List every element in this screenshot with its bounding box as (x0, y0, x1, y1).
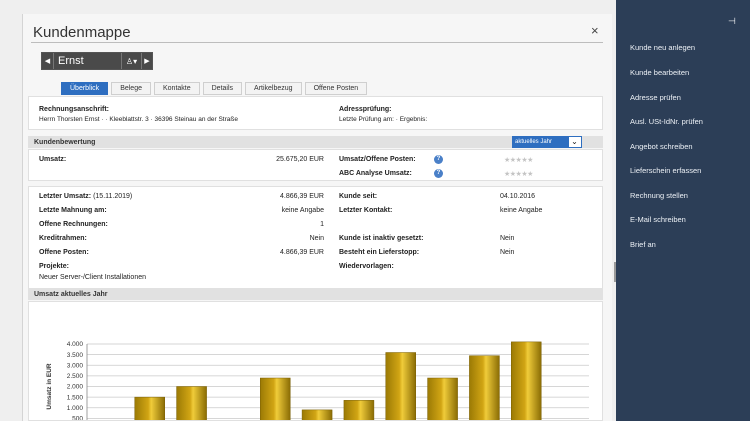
prev-customer-button[interactable]: ◀ (42, 53, 53, 69)
help-icon[interactable]: ? (434, 169, 443, 178)
billing-address-value: Herrn Thorsten Ernst · · Kleeblattstr. 3… (39, 116, 238, 123)
chart-panel: 4.0003.5003.0002.5002.0001.5001.0005000U… (28, 301, 603, 421)
detail-label-kunde-seit: Kunde seit: (339, 193, 378, 200)
period-select[interactable]: aktuelles Jahr ⌄ (512, 136, 582, 148)
projekte-label: Projekte: (39, 263, 69, 270)
umsatz-offene-label: Umsatz/Offene Posten: (339, 156, 416, 163)
chart-bar (385, 352, 416, 421)
rating-section-title: Kundenbewertung (34, 138, 96, 146)
y-tick-label: 1.500 (67, 394, 84, 401)
umsatz-value: 25.675,20 EUR (276, 156, 324, 163)
tab-bar: Überblick Belege Kontakte Details Artike… (61, 82, 368, 95)
projekte-value: Neuer Server-/Client Installationen (39, 274, 146, 281)
umsatz-label: Umsatz: (39, 156, 67, 163)
rating-panel: Umsatz: 25.675,20 EUR Umsatz/Offene Post… (28, 149, 603, 181)
chart-bar (134, 396, 165, 421)
sidebar-item-angebot[interactable]: Angebot schreiben (630, 142, 693, 151)
main-area: Kundenmappe × ◀ Ernst ♙▾ ▶ Überblick Bel… (0, 0, 619, 421)
chevron-down-icon[interactable]: ⌄ (568, 137, 581, 147)
detail-value-lieferstopp: Nein (500, 249, 515, 256)
chart-section-header: Umsatz aktuelles Jahr (28, 288, 603, 300)
tab-kontakte[interactable]: Kontakte (153, 82, 200, 95)
detail-label-offene-rechnungen: Offene Rechnungen: (39, 221, 108, 228)
details-panel: Letzter Umsatz: (15.11.2019) 4.866,39 EU… (28, 186, 603, 294)
y-tick-label: 3.000 (67, 362, 84, 369)
close-icon[interactable]: × (591, 23, 599, 38)
customer-select-icon[interactable]: ♙▾ (121, 53, 141, 69)
detail-value-kunde-seit: 04.10.2016 (500, 193, 536, 200)
tab-offene-posten[interactable]: Offene Posten (304, 82, 368, 95)
detail-label-inaktiv: Kunde ist inaktiv gesetzt: (339, 235, 424, 242)
sidebar-item-lieferschein[interactable]: Lieferschein erfassen (630, 166, 701, 175)
detail-value-letzte-mahnung: keine Angabe (281, 207, 324, 214)
detail-value-offene-posten: 4.866,39 EUR (280, 249, 324, 256)
abc-analyse-label: ABC Analyse Umsatz: (339, 170, 412, 177)
chart-section-title: Umsatz aktuelles Jahr (34, 290, 108, 298)
y-tick-label: 2.500 (67, 373, 84, 380)
y-tick-label: 500 (72, 416, 83, 420)
dialog-title: Kundenmappe (33, 24, 131, 41)
detail-label-kreditrahmen: Kreditrahmen: (39, 235, 87, 242)
chart-bar (301, 409, 333, 421)
chart-bar (511, 341, 542, 421)
tab-ueberblick[interactable]: Überblick (61, 82, 109, 95)
detail-label-letzter-kontakt: Letzter Kontakt: (339, 207, 393, 214)
abc-stars: ★★★★★ (504, 171, 533, 178)
detail-label-letzter-umsatz: Letzter Umsatz: (15.11.2019) (39, 193, 133, 200)
y-tick-label: 2.000 (67, 384, 84, 391)
rating-stars: ★★★★★ (504, 157, 533, 164)
customer-name-field[interactable]: Ernst (53, 53, 121, 69)
title-divider (31, 42, 603, 43)
address-check-value: Letzte Prüfung am: · Ergebnis: (339, 116, 428, 123)
detail-value-kreditrahmen: Nein (309, 235, 324, 242)
y-axis-label: Umsatz in EUR (46, 363, 53, 410)
sidebar-item-ustid-pruefen[interactable]: Ausl. USt-IdNr. prüfen (630, 117, 703, 126)
customer-navigator: ◀ Ernst ♙▾ ▶ (41, 52, 153, 70)
action-sidebar: ⊣ Kunde neu anlegen Kunde bearbeiten Adr… (616, 0, 750, 421)
tab-belege[interactable]: Belege (111, 82, 151, 95)
sidebar-item-brief[interactable]: Brief an (630, 240, 656, 249)
sidebar-item-kunde-neu[interactable]: Kunde neu anlegen (630, 43, 695, 52)
y-tick-label: 3.500 (67, 352, 84, 359)
billing-address-label: Rechnungsanschrift: (39, 106, 110, 113)
detail-value-inaktiv: Nein (500, 235, 515, 242)
period-select-value: aktuelles Jahr (513, 137, 569, 147)
sidebar-item-rechnung[interactable]: Rechnung stellen (630, 191, 688, 200)
chart-bar (260, 377, 291, 421)
chart-bar (176, 386, 207, 421)
chart-bar (469, 355, 500, 421)
detail-label-letzte-mahnung: Letzte Mahnung am: (39, 207, 107, 214)
chart-bar (427, 377, 458, 421)
sidebar-item-kunde-bearbeiten[interactable]: Kunde bearbeiten (630, 68, 689, 77)
detail-value-letzter-umsatz: 4.866,39 EUR (280, 193, 324, 200)
pin-icon[interactable]: ⊣ (728, 16, 736, 27)
customer-dialog: Kundenmappe × ◀ Ernst ♙▾ ▶ Überblick Bel… (22, 14, 612, 421)
next-customer-button[interactable]: ▶ (141, 53, 152, 69)
tab-details[interactable]: Details (202, 82, 243, 95)
detail-label-lieferstopp: Besteht ein Lieferstopp: (339, 249, 420, 256)
revenue-chart: 4.0003.5003.0002.5002.0001.5001.0005000U… (46, 341, 589, 421)
help-icon[interactable]: ? (434, 155, 443, 164)
detail-value-offene-rechnungen: 1 (320, 221, 324, 228)
detail-label-wiedervorlagen: Wiedervorlagen: (339, 263, 394, 270)
tab-artikelbezug[interactable]: Artikelbezug (245, 82, 302, 95)
chart-bar (343, 400, 375, 421)
y-tick-label: 1.000 (67, 405, 84, 412)
sidebar-item-email[interactable]: E-Mail schreiben (630, 215, 686, 224)
detail-value-letzter-kontakt: keine Angabe (500, 207, 543, 214)
address-panel: Rechnungsanschrift: Herrn Thorsten Ernst… (28, 96, 603, 130)
y-tick-label: 4.000 (67, 341, 84, 348)
sidebar-item-adresse-pruefen[interactable]: Adresse prüfen (630, 93, 681, 102)
address-check-label: Adressprüfung: (339, 106, 392, 113)
detail-label-offene-posten: Offene Posten: (39, 249, 89, 256)
